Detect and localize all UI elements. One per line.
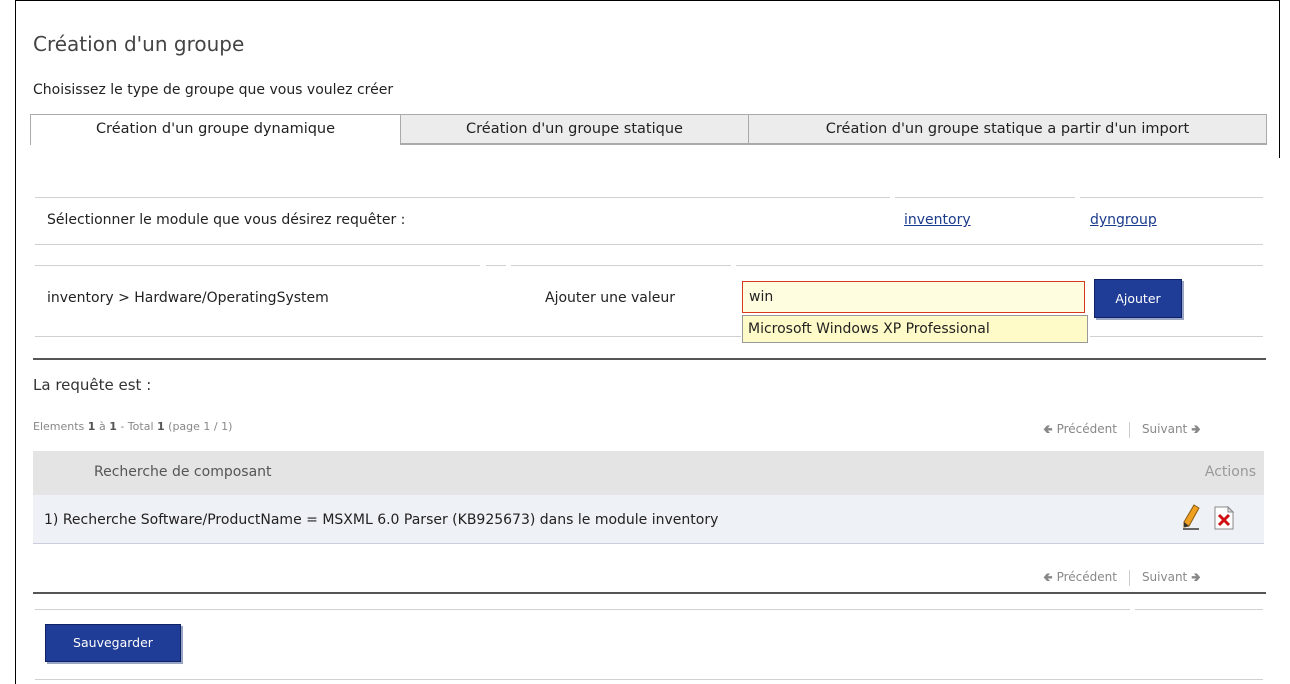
tab-static-group[interactable]: Création d'un groupe statique bbox=[401, 114, 749, 144]
delete-icon[interactable] bbox=[1213, 506, 1235, 530]
tab-static-import-group[interactable]: Création d'un groupe statique a partir d… bbox=[749, 114, 1267, 144]
pager-separator bbox=[1128, 421, 1130, 438]
column-header-component: Recherche de composant bbox=[94, 464, 272, 480]
value-input[interactable] bbox=[742, 281, 1085, 313]
module-link-inventory[interactable]: inventory bbox=[904, 212, 971, 228]
pager-separator bbox=[1128, 569, 1130, 586]
page-title: Création d'un groupe bbox=[33, 32, 245, 56]
divider bbox=[895, 197, 1075, 198]
divider bbox=[35, 265, 480, 266]
module-select-label: Sélectionner le module que vous désirez … bbox=[47, 212, 406, 228]
divider bbox=[486, 265, 506, 266]
arrow-right-icon: 🢂 bbox=[1191, 570, 1201, 584]
edit-icon[interactable] bbox=[1181, 503, 1201, 531]
divider bbox=[1080, 197, 1263, 198]
frame-top-border bbox=[15, 0, 1280, 1]
pagination-info: Elements 1 à 1 - Total 1 (page 1 / 1) bbox=[33, 420, 233, 433]
section-divider bbox=[33, 592, 1266, 594]
frame-right-border bbox=[1279, 0, 1280, 158]
divider bbox=[35, 609, 1130, 610]
add-button[interactable]: Ajouter bbox=[1094, 279, 1182, 318]
row-criterion-text: 1) Recherche Software/ProductName = MSXM… bbox=[44, 512, 719, 528]
table-row: 1) Recherche Software/ProductName = MSXM… bbox=[33, 495, 1264, 544]
pager-top: 🢀 Précédent Suivant 🢂 bbox=[1043, 420, 1201, 441]
arrow-left-icon: 🢀 bbox=[1043, 422, 1053, 436]
autocomplete-suggestion[interactable]: Microsoft Windows XP Professional bbox=[742, 315, 1088, 343]
next-link[interactable]: Suivant 🢂 bbox=[1142, 422, 1201, 436]
pager-bottom: 🢀 Précédent Suivant 🢂 bbox=[1043, 568, 1201, 589]
next-link[interactable]: Suivant 🢂 bbox=[1142, 570, 1201, 584]
previous-link[interactable]: 🢀 Précédent bbox=[1043, 570, 1117, 584]
page-subtitle: Choisissez le type de groupe que vous vo… bbox=[33, 82, 394, 98]
divider bbox=[511, 265, 731, 266]
request-title: La requête est : bbox=[33, 376, 152, 394]
save-button[interactable]: Sauvegarder bbox=[45, 624, 181, 662]
divider bbox=[35, 244, 1263, 245]
table-header: Recherche de composant Actions bbox=[33, 451, 1264, 495]
previous-link[interactable]: 🢀 Précédent bbox=[1043, 422, 1117, 436]
arrow-right-icon: 🢂 bbox=[1191, 422, 1201, 436]
divider bbox=[736, 265, 1263, 266]
section-divider bbox=[33, 358, 1266, 360]
divider bbox=[35, 336, 741, 337]
column-header-actions: Actions bbox=[1204, 464, 1256, 480]
criterion-path: inventory > Hardware/OperatingSystem bbox=[47, 290, 329, 306]
add-value-label: Ajouter une valeur bbox=[545, 290, 676, 306]
divider bbox=[1135, 609, 1263, 610]
divider bbox=[35, 197, 890, 198]
group-type-tabs: Création d'un groupe dynamique Création … bbox=[30, 114, 1267, 145]
tabs-divider bbox=[401, 144, 1267, 145]
module-link-dyngroup[interactable]: dyngroup bbox=[1090, 212, 1157, 228]
divider bbox=[35, 679, 1263, 680]
frame-left-border bbox=[15, 0, 16, 684]
divider bbox=[1090, 336, 1263, 337]
arrow-left-icon: 🢀 bbox=[1043, 570, 1053, 584]
tab-dynamic-group[interactable]: Création d'un groupe dynamique bbox=[30, 114, 401, 145]
